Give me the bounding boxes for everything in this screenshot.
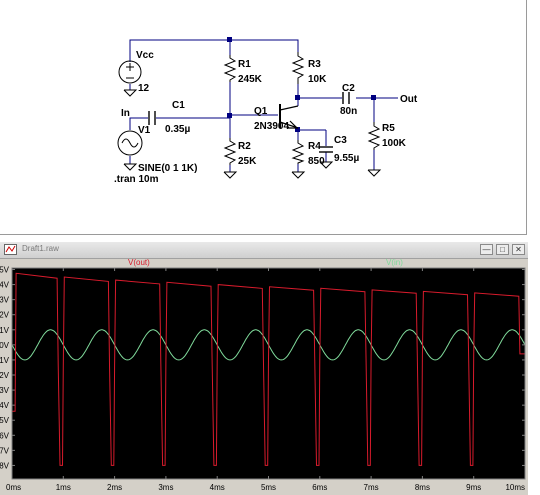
close-button[interactable]: ✕ [512,244,525,255]
y-tick-label: -4V [0,401,10,410]
v1-label: V1 [138,125,151,136]
vout-legend[interactable]: V(out) [128,258,150,267]
x-tick-label: 6ms [312,483,327,492]
r2-label: R2 [238,141,251,152]
y-tick-label: 1V [0,326,10,335]
y-tick-label: -7V [0,446,10,455]
r1-label: R1 [238,59,251,70]
in-net-label: In [121,108,130,119]
x-tick-label: 10ms [505,483,525,492]
plot-pane[interactable]: 5V 4V 3V 2V 1V 0V -1V -2V -3V -4V -5V -6V -7V -8V 0ms 1… [0,258,528,495]
r2-resistor[interactable] [223,138,237,165]
r5-value: 100K [382,138,407,149]
x-tick-label: 0ms [6,483,21,492]
q1-label: Q1 [254,106,268,117]
r4-value: 850 [308,156,325,167]
r1-resistor[interactable] [223,55,237,82]
minimize-button[interactable]: — [480,244,493,255]
c3-label: C3 [334,135,347,146]
r1-value: 245K [238,74,263,85]
x-tick-label: 8ms [415,483,430,492]
q1-value: 2N3904 [254,121,289,132]
y-tick-label: 0V [0,341,10,350]
tran-directive[interactable]: .tran 10m [114,174,159,185]
c2-label: C2 [342,83,355,94]
x-tick-label: 1ms [56,483,71,492]
c1-label: C1 [172,100,185,111]
y-tick-label: 3V [0,296,10,305]
y-tick-label: 5V [0,266,10,275]
r2-value: 25K [238,156,257,167]
x-tick-label: 2ms [107,483,122,492]
r5-label: R5 [382,123,395,134]
x-tick-label: 3ms [158,483,173,492]
y-tick-label: 2V [0,311,10,320]
x-tick-label: 5ms [261,483,276,492]
c1-value: 0.35µ [165,124,190,135]
x-tick-label: 4ms [210,483,225,492]
r5-resistor[interactable] [367,122,381,150]
plot-icon [4,244,17,255]
c3-value: 9.55µ [334,153,359,164]
schematic-canvas[interactable]: Vcc 12 In V1 SINE(0 1 1K) .tran 10m C1 0… [0,0,528,236]
c2-value: 80n [340,106,357,117]
y-tick-label: -8V [0,461,10,470]
out-net-label: Out [400,94,418,105]
x-tick-label: 9ms [466,483,481,492]
c1-capacitor[interactable] [148,111,156,125]
v1-value: SINE(0 1 1K) [138,163,197,174]
y-tick-label: -5V [0,416,10,425]
waveform-chart[interactable]: 5V 4V 3V 2V 1V 0V -1V -2V -3V -4V -5V -6V -7V -8V 0ms 1… [0,258,528,495]
vcc-label: Vcc [136,50,154,61]
window-titlebar[interactable]: Draft1.raw — □ ✕ [0,242,528,259]
y-tick-label: -3V [0,386,10,395]
r3-resistor[interactable] [291,52,305,84]
r3-value: 10K [308,74,327,85]
window-title: Draft1.raw [22,244,59,253]
vin-legend[interactable]: V(in) [386,258,403,267]
y-tick-label: -6V [0,431,10,440]
r3-label: R3 [308,59,321,70]
vcc-value: 12 [138,83,150,94]
x-tick-label: 7ms [364,483,379,492]
y-tick-label: -2V [0,371,10,380]
c3-capacitor[interactable] [319,146,333,153]
y-tick-label: 4V [0,281,10,290]
maximize-button[interactable]: □ [496,244,509,255]
schematic-editor[interactable]: Vcc 12 In V1 SINE(0 1 1K) .tran 10m C1 0… [0,0,528,236]
r4-label: R4 [308,141,321,152]
waveform-window[interactable]: Draft1.raw — □ ✕ 5V 4V 3V 2V 1V 0V -1V -2V -3V -4… [0,242,528,495]
y-tick-label: -1V [0,356,10,365]
r4-resistor[interactable] [291,140,305,164]
